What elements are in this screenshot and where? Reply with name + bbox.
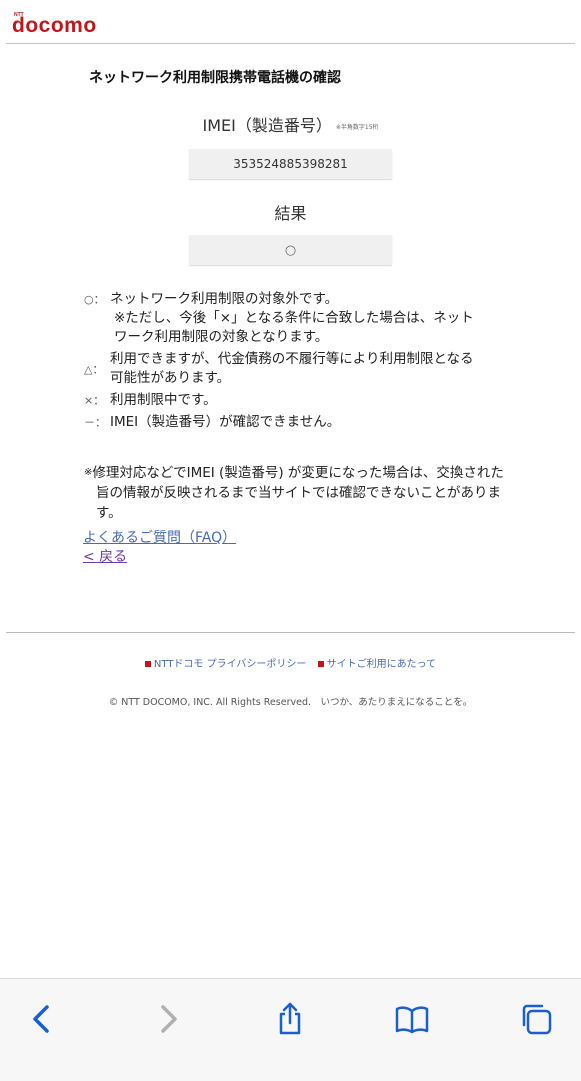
bullet-mark-icon (144, 661, 151, 667)
share-button[interactable] (270, 999, 310, 1039)
legend-text: 可能性があります。 (110, 370, 231, 386)
result-label: 結果 (274, 204, 307, 223)
legend-item-cross: ×： 利用制限中です。 (84, 391, 504, 410)
legend-text: 利用できますが、代金債務の不履行等により利用制限となる (110, 351, 474, 367)
privacy-policy-label: NTTドコモ プライバシーポリシー (153, 659, 307, 670)
legend-subtext: ワーク利用制限の対象となります。 (114, 329, 329, 345)
header-divider (6, 43, 575, 44)
note-text: 修理対応などでIMEI (製造番号) が変更になった場合は、交換された旨の情報が… (92, 465, 504, 521)
footer-divider (6, 632, 575, 633)
bullet-mark-icon (317, 661, 324, 667)
site-terms-link[interactable]: サイトご利用にあたって (317, 659, 437, 670)
result-legend: ○： ネットワーク利用制限の対象外です。 ※ただし、今後「×」となる条件に合致し… (84, 290, 504, 435)
legend-text: ネットワーク利用制限の対象外です。 (110, 291, 339, 307)
footer-links: NTTドコモ プライバシーポリシー サイトご利用にあたって (0, 655, 581, 670)
forward-chevron-icon (161, 1005, 177, 1033)
legend-symbol: －： (84, 416, 106, 429)
legend-item-dash: －： IMEI（製造番号）が確認できません。 (84, 413, 504, 432)
tabs-icon (522, 1004, 552, 1035)
docomo-logo[interactable]: docomo (12, 14, 97, 38)
legend-text: IMEI（製造番号）が確認できません。 (110, 414, 341, 430)
legend-symbol: ×： (84, 394, 105, 407)
forward-button[interactable] (148, 999, 188, 1039)
page-links: よくあるご質問（FAQ） < 戻る (83, 529, 236, 567)
privacy-policy-link[interactable]: NTTドコモ プライバシーポリシー (144, 659, 307, 670)
imei-value-field: 353524885398281 (189, 149, 392, 179)
site-header: NTT docomo (0, 0, 581, 44)
bookmarks-icon (395, 1006, 429, 1034)
imei-label-text: IMEI（製造番号） (202, 116, 332, 135)
legend-text: 利用制限中です。 (110, 392, 217, 408)
imei-label: IMEI（製造番号） ※半角数字15桁 (0, 112, 581, 136)
bookmarks-button[interactable] (392, 999, 432, 1039)
back-button[interactable] (22, 999, 62, 1039)
copyright: © NTT DOCOMO, INC. All Rights Reserved. … (108, 697, 473, 708)
result-value-field: ○ (189, 235, 392, 265)
share-icon (279, 1002, 301, 1035)
legend-item-circle: ○： ネットワーク利用制限の対象外です。 ※ただし、今後「×」となる条件に合致し… (84, 290, 504, 347)
browser-toolbar (0, 978, 581, 1081)
legend-subtext: ※ただし、今後「×」となる条件に合致した場合は、ネット (114, 310, 474, 326)
legend-symbol: △： (84, 362, 104, 376)
back-link[interactable]: < 戻る (83, 548, 236, 567)
imei-change-note: ※修理対応などでIMEI (製造番号) が変更になった場合は、交換された旨の情報… (84, 463, 504, 523)
faq-link[interactable]: よくあるご質問（FAQ） (83, 529, 236, 548)
legend-item-triangle: △： 利用できますが、代金債務の不履行等により利用制限となる 可能性があります。 (84, 350, 504, 388)
imei-note: ※半角数字15桁 (335, 124, 379, 131)
page-title: ネットワーク利用制限携帯電話機の確認 (89, 70, 341, 86)
tabs-button[interactable] (516, 999, 556, 1039)
site-terms-label: サイトご利用にあたって (326, 659, 437, 670)
back-chevron-icon (33, 1005, 49, 1033)
legend-symbol: ○： (84, 293, 105, 306)
